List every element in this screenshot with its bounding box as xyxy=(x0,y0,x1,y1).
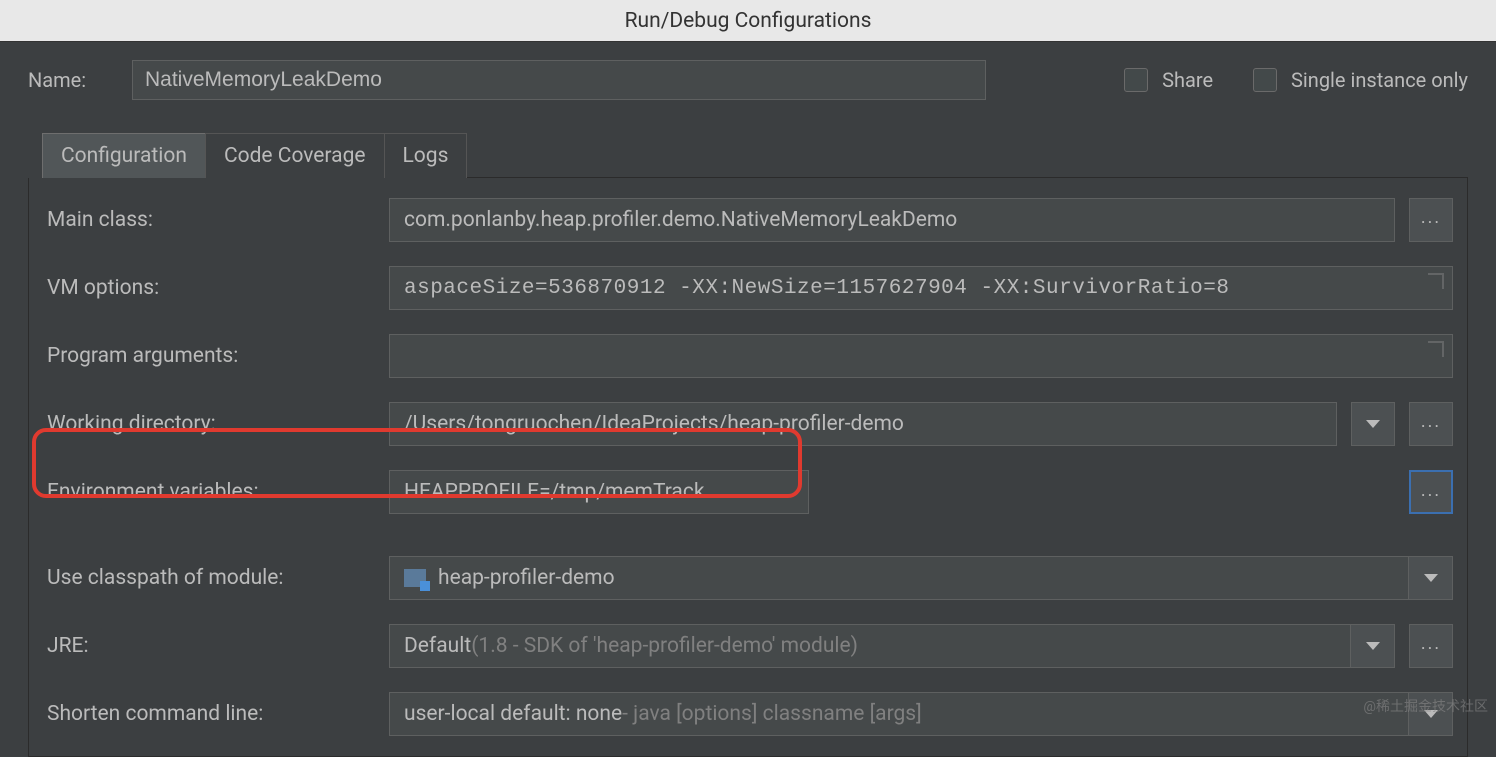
program-args-label: Program arguments: xyxy=(43,344,375,368)
classpath-dropdown-button[interactable] xyxy=(1408,557,1452,599)
working-dir-label: Working directory: xyxy=(43,412,375,436)
working-dir-value: /Users/tongruochen/IdeaProjects/heap-pro… xyxy=(404,412,904,436)
tab-logs[interactable]: Logs xyxy=(384,133,468,178)
shorten-cmd-select[interactable]: user-local default: none - java [options… xyxy=(389,692,1453,736)
main-class-browse-button[interactable]: ... xyxy=(1409,198,1453,242)
main-class-label: Main class: xyxy=(43,208,375,232)
shorten-prefix: user-local default: none xyxy=(404,702,622,726)
expand-icon[interactable] xyxy=(1428,273,1444,289)
name-input[interactable] xyxy=(132,60,986,100)
watermark: @稀土掘金技术社区 xyxy=(1363,696,1488,716)
chevron-down-icon xyxy=(1366,420,1380,428)
dialog-content: Name: Share Single instance only Configu… xyxy=(0,42,1496,757)
env-vars-label: Environment variables: xyxy=(43,480,375,504)
module-icon xyxy=(404,569,426,587)
shorten-cmd-row: Shorten command line: user-local default… xyxy=(43,692,1453,736)
main-class-input[interactable]: com.ponlanby.heap.profiler.demo.NativeMe… xyxy=(389,198,1395,242)
main-class-value: com.ponlanby.heap.profiler.demo.NativeMe… xyxy=(404,208,957,232)
working-dir-browse-button[interactable]: ... xyxy=(1409,402,1453,446)
window-title: Run/Debug Configurations xyxy=(0,0,1496,42)
name-label: Name: xyxy=(28,68,112,92)
shorten-cmd-label: Shorten command line: xyxy=(43,702,375,726)
jre-row: JRE: Default (1.8 - SDK of 'heap-profile… xyxy=(43,624,1453,668)
jre-dropdown-button[interactable] xyxy=(1350,625,1394,667)
share-checkbox[interactable]: Share xyxy=(1124,68,1213,92)
jre-detail: (1.8 - SDK of 'heap-profiler-demo' modul… xyxy=(471,634,858,658)
tab-bar: Configuration Code Coverage Logs xyxy=(42,132,1468,178)
jre-prefix: Default xyxy=(404,634,471,658)
env-vars-input[interactable]: HEAPPROFILE=/tmp/memTrack xyxy=(389,470,809,514)
env-vars-browse-button[interactable]: ... xyxy=(1409,470,1453,514)
classpath-label: Use classpath of module: xyxy=(43,566,375,590)
tab-code-coverage[interactable]: Code Coverage xyxy=(205,133,385,178)
classpath-select[interactable]: heap-profiler-demo xyxy=(389,556,1453,600)
classpath-value: heap-profiler-demo xyxy=(438,566,615,590)
working-dir-input[interactable]: /Users/tongruochen/IdeaProjects/heap-pro… xyxy=(389,402,1337,446)
main-class-row: Main class: com.ponlanby.heap.profiler.d… xyxy=(43,198,1453,242)
vm-options-value: aspaceSize=536870912 -XX:NewSize=1157627… xyxy=(404,277,1229,300)
program-args-row: Program arguments: xyxy=(43,334,1453,378)
share-label: Share xyxy=(1162,68,1213,92)
vm-options-input[interactable]: aspaceSize=536870912 -XX:NewSize=1157627… xyxy=(389,266,1453,310)
name-row: Name: Share Single instance only xyxy=(28,60,1468,100)
env-vars-value: HEAPPROFILE=/tmp/memTrack xyxy=(404,480,705,504)
checkbox-group: Share Single instance only xyxy=(1124,68,1468,92)
chevron-down-icon xyxy=(1424,574,1438,582)
shorten-detail: - java [options] classname [args] xyxy=(622,702,922,726)
jre-select[interactable]: Default (1.8 - SDK of 'heap-profiler-dem… xyxy=(389,624,1395,668)
checkbox-box xyxy=(1253,68,1277,92)
checkbox-box xyxy=(1124,68,1148,92)
working-dir-row: Working directory: /Users/tongruochen/Id… xyxy=(43,402,1453,446)
env-vars-row: Environment variables: HEAPPROFILE=/tmp/… xyxy=(43,470,1453,514)
configuration-form: Main class: com.ponlanby.heap.profiler.d… xyxy=(28,178,1468,757)
jre-browse-button[interactable]: ... xyxy=(1409,624,1453,668)
program-args-input[interactable] xyxy=(389,334,1453,378)
single-instance-label: Single instance only xyxy=(1291,68,1468,92)
expand-icon[interactable] xyxy=(1428,341,1444,357)
single-instance-checkbox[interactable]: Single instance only xyxy=(1253,68,1468,92)
tab-configuration[interactable]: Configuration xyxy=(42,133,206,178)
chevron-down-icon xyxy=(1366,642,1380,650)
jre-label: JRE: xyxy=(43,634,375,658)
working-dir-dropdown-button[interactable] xyxy=(1351,402,1395,446)
vm-options-row: VM options: aspaceSize=536870912 -XX:New… xyxy=(43,266,1453,310)
classpath-row: Use classpath of module: heap-profiler-d… xyxy=(43,556,1453,600)
vm-options-label: VM options: xyxy=(43,276,375,300)
